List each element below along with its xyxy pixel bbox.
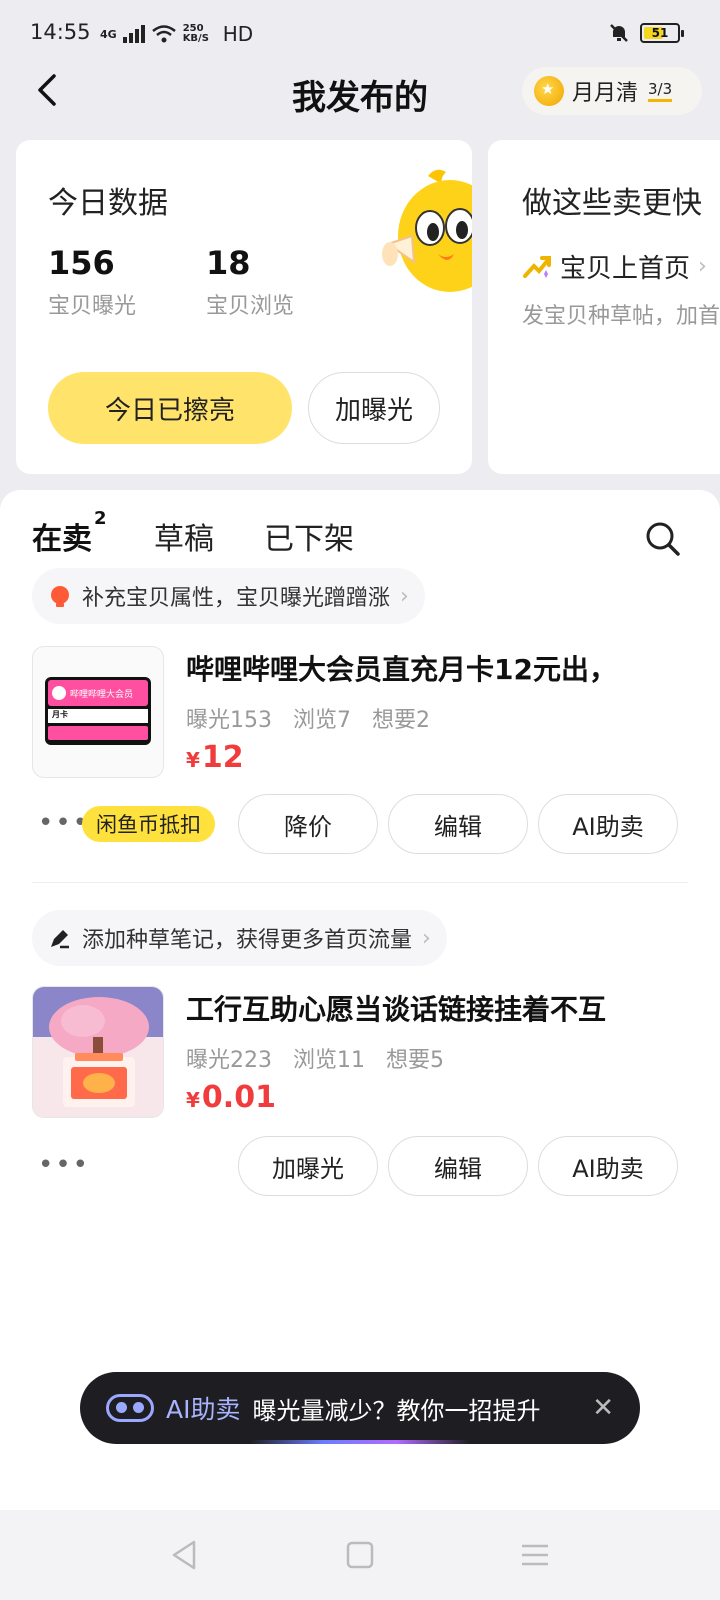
network-speed: 250 KB/S — [182, 23, 209, 44]
add-exposure-button[interactable]: 加曝光 — [308, 372, 440, 444]
status-time: 14:55 — [30, 20, 91, 44]
search-icon[interactable] — [644, 520, 682, 558]
stat-views: 18 宝贝浏览 — [206, 244, 294, 320]
price-symbol: ¥ — [186, 748, 200, 772]
toast-glow — [250, 1440, 470, 1444]
nav-back-icon[interactable] — [168, 1538, 202, 1572]
thumb-brand-text: 哔哩哔哩大会员 — [70, 689, 134, 700]
tab-on-sale-label: 在卖 — [32, 522, 92, 557]
lightbulb-icon — [51, 586, 69, 607]
price-value: 0.01 — [201, 1080, 276, 1115]
more-options-icon[interactable]: ••• — [38, 1150, 90, 1180]
nav-menu-icon[interactable] — [518, 1538, 552, 1572]
coin-deduct-badge: 闲鱼币抵扣 — [82, 806, 215, 842]
price-value: 12 — [201, 740, 244, 775]
signal-icon — [122, 25, 145, 43]
nav-home-icon[interactable] — [343, 1538, 377, 1572]
item-title[interactable]: 哔哩哔哩大会员直充月卡12元出， — [186, 648, 617, 688]
bilibili-card-image: 哔哩哔哩大会员 月卡 — [45, 677, 151, 745]
status-bar: 14:55 4G 250 KB/S HD 51 — [0, 0, 720, 72]
stat-exposure-value: 156 — [48, 244, 115, 282]
system-nav-bar — [0, 1510, 720, 1600]
edit-button[interactable]: 编辑 — [388, 794, 528, 854]
thumb-card-label: 月卡 — [48, 709, 148, 723]
close-icon[interactable]: ✕ — [592, 1393, 614, 1423]
wish-tree-image — [33, 987, 163, 1117]
ai-toast-label: AI助卖 — [166, 1395, 241, 1424]
polished-today-button[interactable]: 今日已擦亮 — [48, 372, 292, 444]
listing-panel: 在卖2 草稿 已下架 补充宝贝属性，宝贝曝光蹭蹭涨 › 哔哩哔哩大会员 月卡 哔… — [0, 490, 720, 1510]
price-symbol: ¥ — [186, 1088, 200, 1112]
ai-sell-button[interactable]: AI助卖 — [538, 794, 678, 854]
monthly-clear-count: 3/3 — [648, 80, 673, 102]
ai-assistant-icon — [106, 1394, 154, 1422]
item-price: ¥12 — [186, 740, 244, 775]
tab-drafts[interactable]: 草稿 — [154, 514, 214, 558]
monthly-clear-button[interactable]: 月月清 3/3 — [522, 67, 702, 115]
tips-item-homepage[interactable]: 宝贝上首页 › — [522, 248, 707, 285]
coin-bag-icon — [534, 76, 564, 106]
tab-on-sale[interactable]: 在卖2 — [32, 508, 107, 558]
stat-exposure-label: 宝贝曝光 — [48, 294, 137, 319]
item-hint[interactable]: 添加种草笔记，获得更多首页流量 › — [32, 910, 447, 966]
ai-toast-message: 曝光量减少？教你一招提升 — [252, 1396, 541, 1425]
tips-item-label: 宝贝上首页 — [560, 254, 691, 284]
mute-bell-icon — [610, 24, 628, 42]
trend-up-icon — [523, 255, 551, 278]
stat-exposure: 156 宝贝曝光 — [48, 244, 136, 320]
back-icon[interactable] — [28, 70, 68, 110]
item-thumbnail[interactable]: 哔哩哔哩大会员 月卡 — [32, 646, 164, 778]
network-status: 4G 250 KB/S HD — [100, 22, 253, 46]
item-stats: 曝光153 浏览7 想要2 — [186, 708, 430, 733]
monthly-clear-label: 月月清 — [572, 81, 639, 106]
stat-views-value: 18 — [206, 244, 251, 282]
sell-faster-title: 做这些卖更快 — [522, 186, 702, 221]
mascot-chick-icon — [382, 169, 472, 292]
ai-sell-button[interactable]: AI助卖 — [538, 1136, 678, 1196]
item-hint-text: 添加种草笔记，获得更多首页流量 — [82, 928, 413, 953]
status-right: 51 — [608, 22, 684, 44]
item-hint[interactable]: 补充宝贝属性，宝贝曝光蹭蹭涨 › — [32, 568, 425, 624]
item-thumbnail[interactable] — [32, 986, 164, 1118]
battery-level: 51 — [651, 26, 669, 40]
item-price: ¥0.01 — [186, 1080, 276, 1115]
add-exposure-item-button[interactable]: 加曝光 — [238, 1136, 378, 1196]
network-type: 4G — [100, 27, 117, 41]
hd-indicator: HD — [222, 22, 254, 46]
wifi-icon — [151, 25, 176, 43]
chevron-right-icon: › — [698, 254, 707, 279]
pen-icon — [51, 930, 69, 949]
divider — [32, 882, 688, 883]
tips-desc: 发宝贝种草帖，加首 — [522, 304, 720, 329]
item-stats: 曝光223 浏览11 想要5 — [186, 1048, 444, 1073]
chevron-right-icon: › — [422, 925, 431, 951]
battery-icon: 51 — [640, 23, 684, 43]
stat-views-label: 宝贝浏览 — [206, 294, 295, 319]
item-hint-text: 补充宝贝属性，宝贝曝光蹭蹭涨 — [82, 586, 391, 611]
reduce-price-button[interactable]: 降价 — [238, 794, 378, 854]
edit-button[interactable]: 编辑 — [388, 1136, 528, 1196]
ai-sell-toast[interactable]: AI助卖 曝光量减少？教你一招提升 ✕ — [80, 1372, 640, 1444]
tab-on-sale-count: 2 — [94, 508, 107, 529]
chevron-right-icon: › — [400, 583, 409, 609]
sell-faster-card[interactable]: 做这些卖更快 宝贝上首页 › 发宝贝种草帖，加首 — [488, 140, 720, 474]
tab-removed[interactable]: 已下架 — [264, 514, 354, 558]
today-data-title: 今日数据 — [48, 186, 168, 221]
item-title[interactable]: 工行互助心愿当谈话链接挂着不互 — [186, 988, 606, 1028]
today-data-card: 今日数据 156 宝贝曝光 18 宝贝浏览 今日已擦亮 加曝光 — [16, 140, 472, 474]
